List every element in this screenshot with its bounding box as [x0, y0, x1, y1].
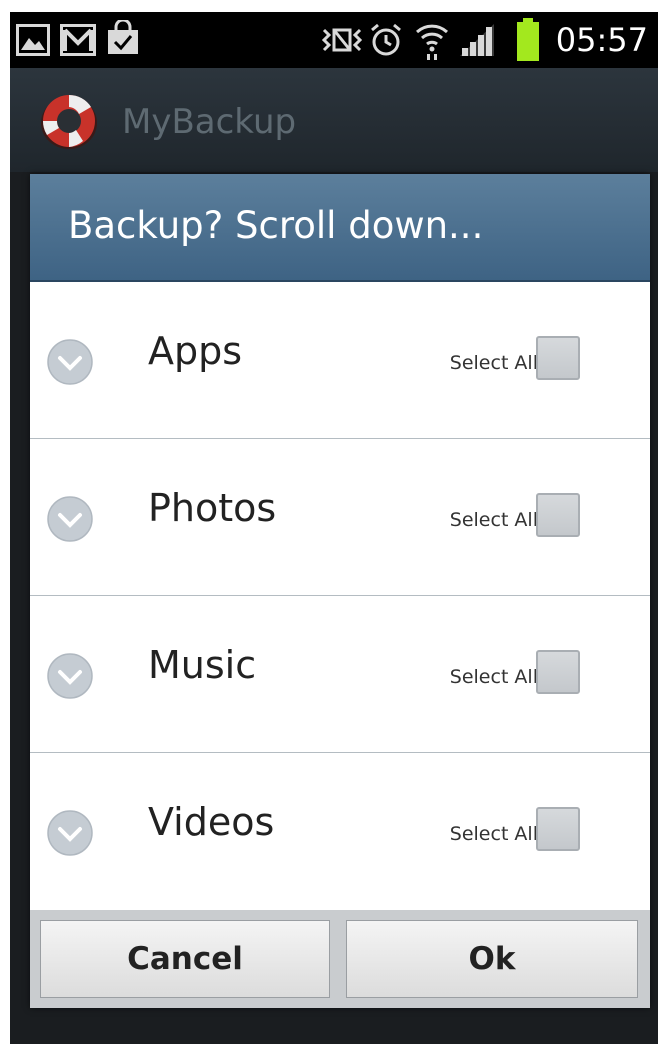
gallery-icon — [16, 24, 50, 60]
list-item-label: Photos — [148, 486, 277, 530]
nfc-icon — [321, 26, 363, 58]
list-item-apps[interactable]: Apps Select All — [30, 282, 650, 439]
select-all-label: Select All — [449, 509, 538, 531]
action-bar: MyBackup — [10, 68, 658, 172]
backup-dialog: Backup? Scroll down... Apps Select All P… — [30, 174, 650, 1008]
chevron-down-icon[interactable] — [46, 495, 94, 543]
chevron-down-icon[interactable] — [46, 652, 94, 700]
clock: 05:57 — [555, 21, 648, 59]
select-all-label: Select All — [449, 823, 538, 845]
select-all-checkbox-music[interactable] — [536, 650, 580, 694]
lifebuoy-icon[interactable] — [38, 90, 100, 152]
select-all-label: Select All — [449, 352, 538, 374]
list-item-label: Videos — [148, 800, 275, 844]
chevron-down-icon[interactable] — [46, 338, 94, 386]
backup-category-list[interactable]: Apps Select All Photos Select All Music … — [30, 282, 650, 910]
select-all-checkbox-videos[interactable] — [536, 807, 580, 851]
status-bar: 05:57 — [10, 12, 658, 68]
app-title: MyBackup — [122, 102, 297, 142]
list-item-videos[interactable]: Videos Select All — [30, 753, 650, 910]
chevron-down-icon[interactable] — [46, 809, 94, 857]
select-all-label: Select All — [449, 666, 538, 688]
list-item-photos[interactable]: Photos Select All — [30, 439, 650, 596]
shopping-bag-icon — [106, 18, 140, 60]
cancel-button[interactable]: Cancel — [40, 920, 330, 998]
gmail-icon — [60, 24, 96, 60]
phone-screen: 05:57 MyBackup Backup? Scroll down... Ap… — [10, 12, 658, 1044]
battery-icon — [516, 18, 540, 66]
select-all-checkbox-photos[interactable] — [536, 493, 580, 537]
list-item-label: Apps — [148, 329, 243, 373]
list-item-label: Music — [148, 643, 257, 687]
list-item-music[interactable]: Music Select All — [30, 596, 650, 753]
wifi-icon — [414, 20, 450, 64]
dialog-button-bar: Cancel Ok — [30, 910, 650, 1008]
alarm-icon — [368, 22, 404, 62]
signal-icon — [458, 22, 496, 62]
dialog-header: Backup? Scroll down... — [30, 174, 650, 282]
select-all-checkbox-apps[interactable] — [536, 336, 580, 380]
dialog-title: Backup? Scroll down... — [68, 204, 484, 247]
ok-button[interactable]: Ok — [346, 920, 638, 998]
